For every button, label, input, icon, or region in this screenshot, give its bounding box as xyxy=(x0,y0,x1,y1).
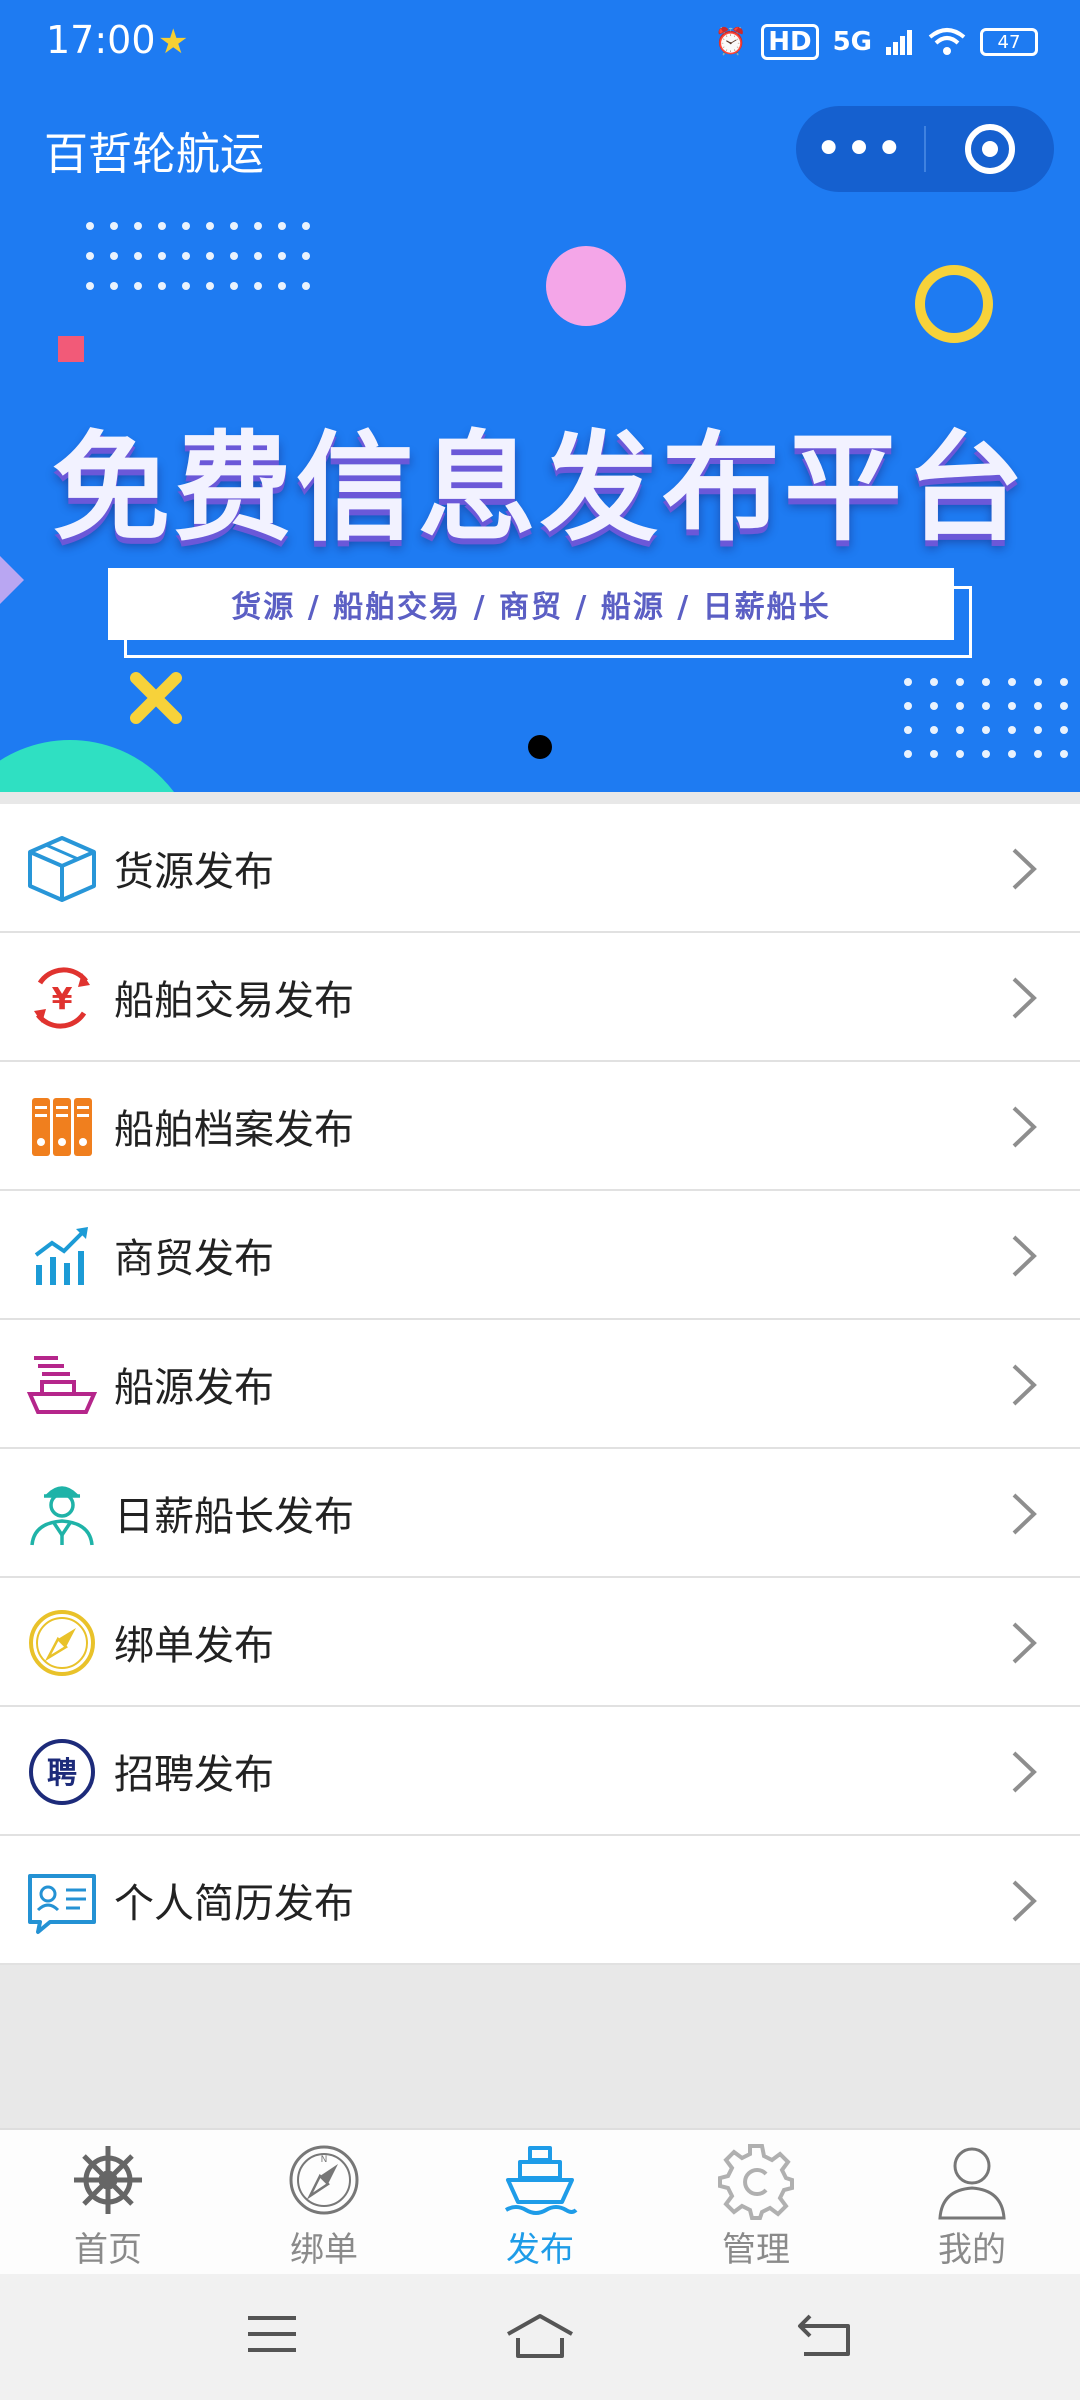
battery-indicator: 47 xyxy=(980,28,1038,56)
user-icon xyxy=(938,2147,1006,2220)
compass-icon: N xyxy=(289,2145,359,2215)
svg-text:¥: ¥ xyxy=(52,982,73,1017)
banner-headline: 免费信息发布平台 xyxy=(51,419,1028,557)
menu-item-trade[interactable]: 商贸发布 xyxy=(0,1191,1080,1320)
tab-label: 管理 xyxy=(722,2230,790,2270)
carousel-dot[interactable] xyxy=(528,735,552,759)
menu-item-label: 个人简历发布 xyxy=(114,1880,354,1927)
header-banner: 17:00 ★ ⏰ HD 5G 47 百哲轮航运 ••• 免费信息发布平台 货源… xyxy=(0,0,1080,792)
gear-icon xyxy=(718,2144,794,2220)
svg-text:N: N xyxy=(321,2155,328,2165)
chevron-right-icon xyxy=(1012,1235,1037,1277)
menu-icon[interactable] xyxy=(244,2312,300,2356)
captain-icon xyxy=(24,1479,100,1549)
chevron-right-icon xyxy=(1012,1751,1037,1793)
menu-item-label: 货源发布 xyxy=(114,848,274,895)
publish-menu: 货源发布 ¥ 船舶交易发布 船舶档案发布 商贸发布 船源发布 日薪船长发布 绑单… xyxy=(0,804,1080,1965)
archive-binders-icon xyxy=(24,1092,100,1162)
package-box-icon xyxy=(24,834,100,904)
menu-item-daily-captain[interactable]: 日薪船长发布 xyxy=(0,1449,1080,1578)
yuan-exchange-icon: ¥ xyxy=(24,963,100,1033)
tab-label: 发布 xyxy=(506,2230,574,2270)
app-title: 百哲轮航运 xyxy=(44,129,264,180)
status-icons: ⏰ HD 5G 47 xyxy=(715,18,1038,66)
menu-item-ship-archive[interactable]: 船舶档案发布 xyxy=(0,1062,1080,1191)
tab-bind-order[interactable]: N 绑单 xyxy=(216,2130,432,2274)
chevron-right-icon xyxy=(1012,848,1037,890)
tab-label: 首页 xyxy=(74,2230,142,2270)
system-nav-bar xyxy=(0,2274,1080,2400)
menu-item-label: 船舶交易发布 xyxy=(114,977,354,1024)
compass-icon xyxy=(24,1608,100,1678)
home-icon[interactable] xyxy=(504,2312,576,2362)
tab-mine[interactable]: 我的 xyxy=(864,2130,1080,2274)
recruit-badge-icon: 聘 xyxy=(24,1737,100,1807)
tab-manage[interactable]: 管理 xyxy=(648,2130,864,2274)
menu-item-ship-source[interactable]: 船源发布 xyxy=(0,1320,1080,1449)
alarm-icon: ⏰ xyxy=(714,27,748,57)
resume-card-icon xyxy=(24,1866,100,1936)
hd-badge: HD xyxy=(761,24,819,60)
menu-item-label: 商贸发布 xyxy=(114,1235,274,1282)
menu-item-ship-trade[interactable]: ¥ 船舶交易发布 xyxy=(0,933,1080,1062)
ship-icon xyxy=(504,2146,578,2215)
close-miniprogram-button[interactable] xyxy=(926,124,1054,174)
bottom-tab-bar: 首页 N 绑单 发布 管理 我的 xyxy=(0,2128,1080,2274)
cargo-ship-icon xyxy=(24,1350,100,1420)
chevron-right-icon xyxy=(1012,1493,1037,1535)
menu-item-cargo[interactable]: 货源发布 xyxy=(0,804,1080,933)
network-type: 5G xyxy=(832,27,872,57)
signal-icon xyxy=(886,30,912,55)
chevron-right-icon xyxy=(1012,1364,1037,1406)
chevron-right-icon xyxy=(1012,1106,1037,1148)
star-icon: ★ xyxy=(158,22,189,62)
miniprogram-capsule: ••• xyxy=(796,106,1054,192)
recruit-badge-text: 聘 xyxy=(47,1756,77,1791)
menu-item-bind-order[interactable]: 绑单发布 xyxy=(0,1578,1080,1707)
menu-item-label: 船舶档案发布 xyxy=(114,1106,354,1153)
trade-chart-icon xyxy=(24,1221,100,1291)
ship-wheel-icon xyxy=(74,2146,142,2214)
wifi-icon xyxy=(928,28,966,55)
status-time: 17:00 xyxy=(46,18,156,62)
tab-home[interactable]: 首页 xyxy=(0,2130,216,2274)
status-bar: 17:00 ★ ⏰ HD 5G 47 xyxy=(0,0,1080,84)
banner-subline: 货源 / 船舶交易 / 商贸 / 船源 / 日薪船长 xyxy=(108,568,954,640)
menu-item-resume[interactable]: 个人简历发布 xyxy=(0,1836,1080,1965)
menu-item-label: 绑单发布 xyxy=(114,1622,274,1669)
tab-label: 我的 xyxy=(938,2230,1006,2270)
tab-publish[interactable]: 发布 xyxy=(432,2130,648,2274)
tab-label: 绑单 xyxy=(290,2230,358,2270)
target-icon xyxy=(965,124,1015,174)
more-options-icon[interactable]: ••• xyxy=(796,125,924,173)
back-icon[interactable] xyxy=(796,2312,852,2358)
chevron-right-icon xyxy=(1012,1880,1037,1922)
chevron-right-icon xyxy=(1012,977,1037,1019)
menu-item-label: 招聘发布 xyxy=(114,1751,274,1798)
menu-item-recruit[interactable]: 聘 招聘发布 xyxy=(0,1707,1080,1836)
chevron-right-icon xyxy=(1012,1622,1037,1664)
menu-item-label: 船源发布 xyxy=(114,1364,274,1411)
menu-item-label: 日薪船长发布 xyxy=(114,1493,354,1540)
